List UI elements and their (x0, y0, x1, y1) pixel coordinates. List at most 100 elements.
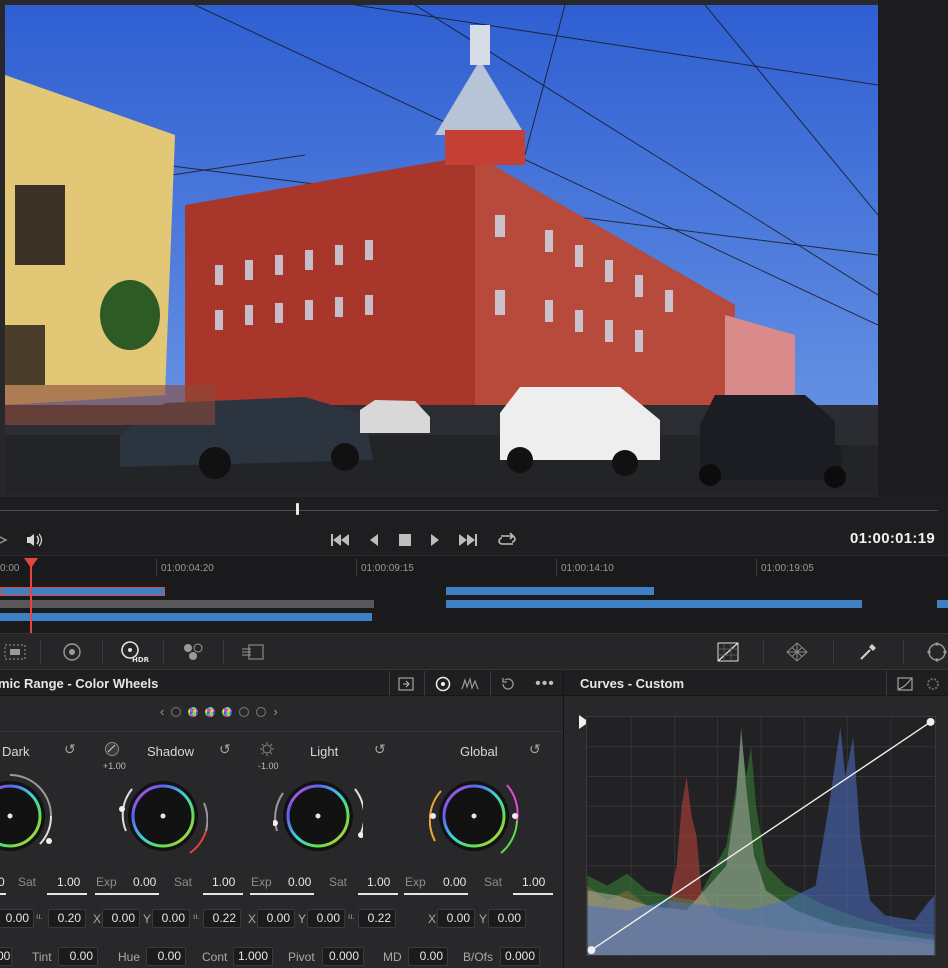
toolbar-separator (903, 640, 904, 664)
global-x-field[interactable]: 0.00 (437, 909, 475, 928)
viewer-area (0, 0, 948, 497)
y-label: Y (298, 912, 307, 926)
timeline-clip[interactable] (446, 587, 654, 595)
scrubber-handle[interactable] (296, 503, 299, 515)
curve-settings-icon[interactable] (920, 673, 946, 694)
pivot-field[interactable]: 0.000 (322, 947, 364, 966)
curves-tool-icon[interactable] (713, 638, 743, 666)
md-field[interactable]: 0.00 (408, 947, 448, 966)
scrubber-track (0, 510, 938, 511)
viewer-image[interactable] (5, 5, 878, 495)
toolbar-separator (163, 640, 164, 664)
timeline-clip[interactable] (0, 613, 372, 621)
dark-exp-value[interactable]: 0 (0, 875, 5, 889)
light-y-field[interactable]: 0.00 (307, 909, 345, 928)
more-options-icon[interactable]: ••• (532, 673, 558, 694)
ruler-label: 01:00:19:05 (761, 563, 814, 574)
timeline-clip[interactable] (446, 600, 862, 608)
light-value-field[interactable]: 0.22 (358, 909, 396, 928)
street-scene-image (5, 5, 878, 495)
offset-icon: ıı. (36, 912, 43, 921)
temp-field[interactable]: 0.00 (0, 947, 12, 966)
pager-dot[interactable] (222, 707, 233, 717)
qualifier-picker-icon[interactable] (853, 638, 883, 666)
shadow-value-field[interactable]: 0.22 (203, 909, 241, 928)
global-y-field[interactable]: 0.00 (488, 909, 526, 928)
global-exp-value[interactable]: 0.00 (443, 875, 466, 889)
waveform-mode-icon[interactable] (457, 673, 483, 694)
motion-effects-icon[interactable] (238, 638, 268, 666)
wheels-panel-title: mic Range - Color Wheels (0, 676, 159, 691)
dark-sat-value[interactable]: 1.00 (57, 875, 80, 889)
light-sat-value[interactable]: 1.00 (367, 875, 390, 889)
pager-next-icon[interactable]: › (273, 705, 277, 718)
pager-dot[interactable] (171, 707, 182, 717)
timeline-clip[interactable] (0, 600, 374, 608)
y-label: Y (143, 912, 152, 926)
camera-raw-icon[interactable] (0, 638, 30, 666)
header-separator (490, 671, 491, 696)
skip-forward-icon[interactable] (456, 528, 480, 552)
color-wheel-shadow[interactable] (118, 771, 208, 861)
pager-prev-icon[interactable]: ‹ (160, 705, 164, 718)
viewer-scrubber[interactable] (0, 497, 948, 525)
tint-field[interactable]: 0.00 (58, 947, 98, 966)
dark-x-field[interactable]: 0.00 (0, 909, 34, 928)
color-wheel-global[interactable] (429, 771, 519, 861)
timeline-clip-selected[interactable] (0, 587, 165, 596)
sat-label: Sat (174, 875, 193, 889)
pager-dot[interactable] (188, 707, 199, 717)
wheel-label-dark: Dark (2, 744, 30, 759)
mini-timeline[interactable]: 0:00 01:00:04:20 01:00:09:15 01:00:14:10… (0, 555, 948, 634)
skip-back-icon[interactable] (328, 528, 352, 552)
volume-icon[interactable] (22, 528, 46, 552)
color-wheel-dark[interactable] (0, 771, 55, 861)
curve-mode-icon[interactable] (892, 673, 918, 694)
step-back-icon[interactable] (362, 528, 386, 552)
layers-icon[interactable] (0, 528, 10, 552)
window-circle-icon[interactable] (922, 638, 948, 666)
light-x-field[interactable]: 0.00 (257, 909, 295, 928)
panel-toggle-icon[interactable] (393, 673, 419, 694)
global-sat-value[interactable]: 1.00 (522, 875, 545, 889)
knob-icon[interactable] (104, 741, 120, 760)
loop-icon[interactable] (495, 528, 519, 552)
ruler-tick (556, 558, 557, 576)
timeline-clip[interactable] (937, 600, 948, 608)
shadow-exp-value[interactable]: 0.00 (133, 875, 156, 889)
light-exp-value[interactable]: 0.00 (288, 875, 311, 889)
reset-all-icon[interactable] (495, 673, 521, 694)
dark-value-field[interactable]: 0.20 (48, 909, 86, 928)
palette-toolbar: HDR (0, 633, 948, 670)
hue-field[interactable]: 0.00 (146, 947, 186, 966)
pager-dot[interactable] (239, 707, 250, 717)
section-divider (0, 731, 563, 732)
pager-dot[interactable] (256, 707, 267, 717)
contrast-field[interactable]: 1.000 (233, 947, 273, 966)
b-ofs-field[interactable]: 0.000 (500, 947, 540, 966)
shadow-y-field[interactable]: 0.00 (152, 909, 190, 928)
reset-icon[interactable]: ↺ (64, 741, 76, 758)
header-separator (886, 671, 887, 696)
reset-icon[interactable]: ↺ (374, 741, 386, 758)
svg-text:HDR: HDR (132, 656, 149, 664)
reset-icon[interactable]: ↺ (219, 741, 231, 758)
play-icon[interactable] (423, 528, 447, 552)
stop-icon[interactable] (393, 528, 417, 552)
timecode: 01:00:01:19 (849, 530, 935, 547)
color-wheel-light[interactable] (273, 771, 363, 861)
reset-icon[interactable]: ↺ (529, 741, 541, 758)
wheels-mode-icon[interactable] (430, 673, 456, 694)
curves-graph[interactable] (586, 716, 936, 956)
wheels-panel-header: mic Range - Color Wheels ••• (0, 671, 563, 696)
color-match-icon[interactable] (57, 638, 87, 666)
color-warper-icon[interactable] (782, 638, 812, 666)
ruler-tick (756, 558, 757, 576)
rgb-mixer-icon[interactable] (178, 638, 208, 666)
transport-bar: 01:00:01:19 (0, 525, 948, 555)
knob-icon[interactable] (259, 741, 275, 760)
shadow-sat-value[interactable]: 1.00 (212, 875, 235, 889)
pager-dot[interactable] (205, 707, 216, 717)
hdr-wheels-icon[interactable]: HDR (117, 638, 151, 666)
shadow-x-field[interactable]: 0.00 (102, 909, 140, 928)
